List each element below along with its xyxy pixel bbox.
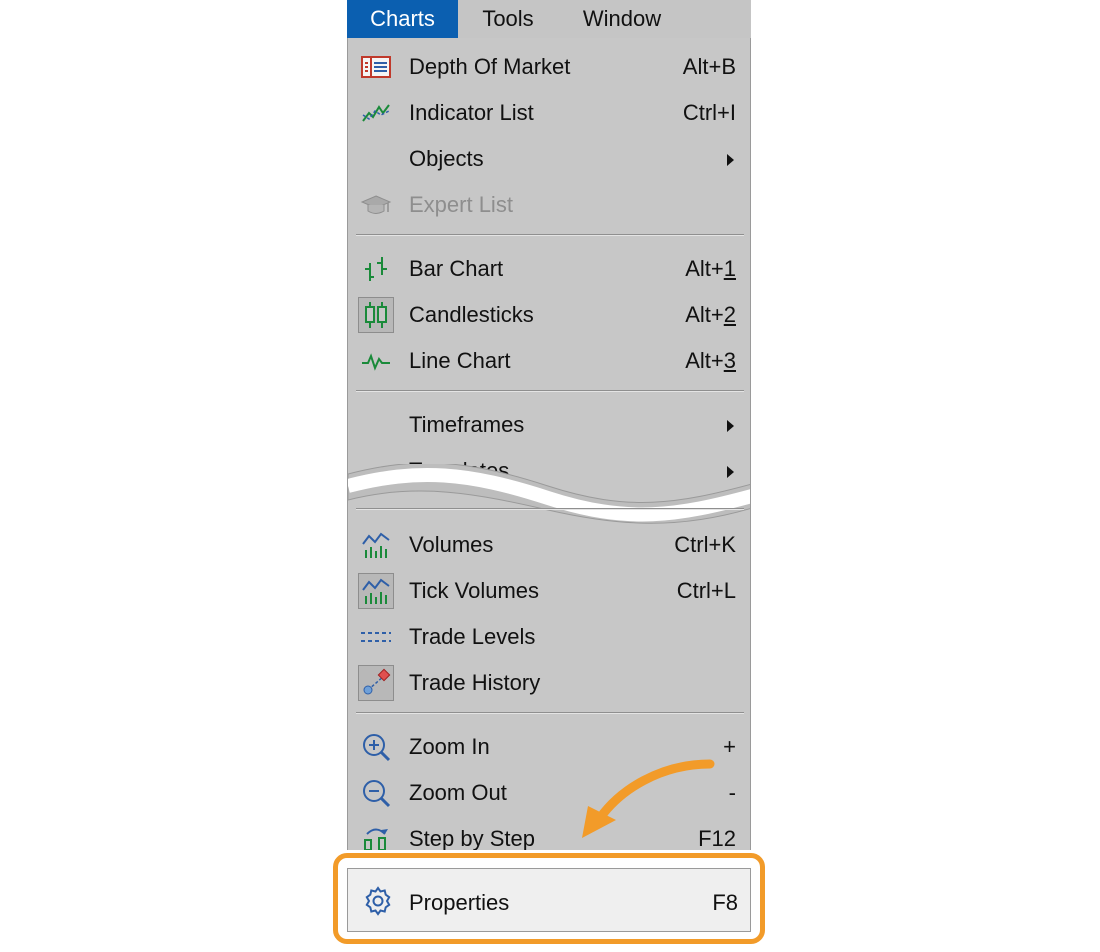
menu-bar: Charts Tools Window bbox=[347, 0, 751, 38]
menu-item-properties[interactable]: Properties F8 bbox=[347, 868, 751, 932]
menu-item-depth-of-market[interactable]: Depth Of Market Alt+B bbox=[348, 44, 750, 90]
gear-icon bbox=[362, 885, 394, 917]
shortcut-label: F8 bbox=[712, 890, 738, 915]
volumes-icon bbox=[358, 527, 394, 563]
zoom-out-icon bbox=[358, 775, 394, 811]
bar-chart-icon bbox=[358, 251, 394, 287]
submenu-arrow-icon bbox=[727, 420, 734, 432]
menu-item-label: Objects bbox=[409, 146, 484, 171]
trade-levels-icon bbox=[358, 619, 394, 655]
menu-tools[interactable]: Tools bbox=[458, 0, 558, 38]
submenu-arrow-icon bbox=[727, 154, 734, 166]
shortcut-label: Ctrl+L bbox=[676, 578, 736, 603]
menu-item-label: Volumes bbox=[409, 532, 494, 557]
menu-item-label: Trade History bbox=[409, 670, 541, 695]
menu-item-label: Expert List bbox=[409, 192, 513, 217]
menu-item-volumes[interactable]: Volumes Ctrl+K bbox=[348, 522, 750, 568]
menu-separator bbox=[356, 508, 744, 510]
trade-history-icon bbox=[358, 665, 394, 701]
tick-volumes-icon bbox=[358, 573, 394, 609]
candlesticks-icon bbox=[358, 297, 394, 333]
menu-item-label: Step by Step bbox=[409, 826, 535, 850]
menu-separator bbox=[356, 390, 744, 392]
menu-item-timeframes[interactable]: Timeframes bbox=[348, 402, 750, 448]
shortcut-label: Alt+3 bbox=[685, 348, 736, 373]
line-chart-icon bbox=[358, 343, 394, 379]
step-by-step-icon bbox=[358, 821, 394, 850]
menu-separator bbox=[356, 712, 744, 714]
shortcut-label: Alt+B bbox=[682, 54, 736, 79]
shortcut-label: Alt+2 bbox=[685, 302, 736, 327]
menu-item-trade-history[interactable]: Trade History bbox=[348, 660, 750, 706]
indicator-list-icon bbox=[358, 95, 394, 131]
menu-item-indicator-list[interactable]: Indicator List Ctrl+I bbox=[348, 90, 750, 136]
menu-item-label: Candlesticks bbox=[409, 302, 534, 327]
graduation-cap-icon bbox=[358, 187, 394, 223]
shortcut-label: - bbox=[728, 780, 736, 805]
menu-item-expert-list: Expert List bbox=[348, 182, 750, 228]
pointer-arrow-icon bbox=[582, 759, 715, 838]
menu-item-label: Indicator List bbox=[409, 100, 534, 125]
shortcut-label: Alt+1 bbox=[685, 256, 736, 281]
shortcut-label: Ctrl+I bbox=[682, 100, 736, 125]
menu-item-label: Depth Of Market bbox=[409, 54, 571, 79]
menu-item-bar-chart[interactable]: Bar Chart Alt+1 bbox=[348, 246, 750, 292]
menu-item-label: Timeframes bbox=[409, 412, 525, 437]
shortcut-label: Ctrl+K bbox=[674, 532, 736, 557]
menu-item-line-chart[interactable]: Line Chart Alt+3 bbox=[348, 338, 750, 384]
charts-dropdown-menu: Depth Of Market Alt+B Indicator List Ctr… bbox=[347, 38, 751, 850]
menu-item-trade-levels[interactable]: Trade Levels bbox=[348, 614, 750, 660]
depth-of-market-icon bbox=[358, 49, 394, 85]
menu-window[interactable]: Window bbox=[558, 0, 686, 38]
menu-separator bbox=[356, 234, 744, 236]
zoom-in-icon bbox=[358, 729, 394, 765]
menu-item-tick-volumes[interactable]: Tick Volumes Ctrl+L bbox=[348, 568, 750, 614]
menu-item-label: Zoom Out bbox=[409, 780, 507, 805]
shortcut-label: + bbox=[723, 734, 736, 759]
menu-item-candlesticks[interactable]: Candlesticks Alt+2 bbox=[348, 292, 750, 338]
menu-item-label: Bar Chart bbox=[409, 256, 504, 281]
menu-item-objects[interactable]: Objects bbox=[348, 136, 750, 182]
menu-item-label: Tick Volumes bbox=[409, 578, 540, 603]
menu-item-label: Zoom In bbox=[409, 734, 490, 759]
menu-item-label: Trade Levels bbox=[409, 624, 536, 649]
menu-item-label: Line Chart bbox=[409, 348, 511, 373]
menu-item-label: Properties bbox=[409, 890, 510, 915]
menu-charts[interactable]: Charts bbox=[347, 0, 458, 38]
